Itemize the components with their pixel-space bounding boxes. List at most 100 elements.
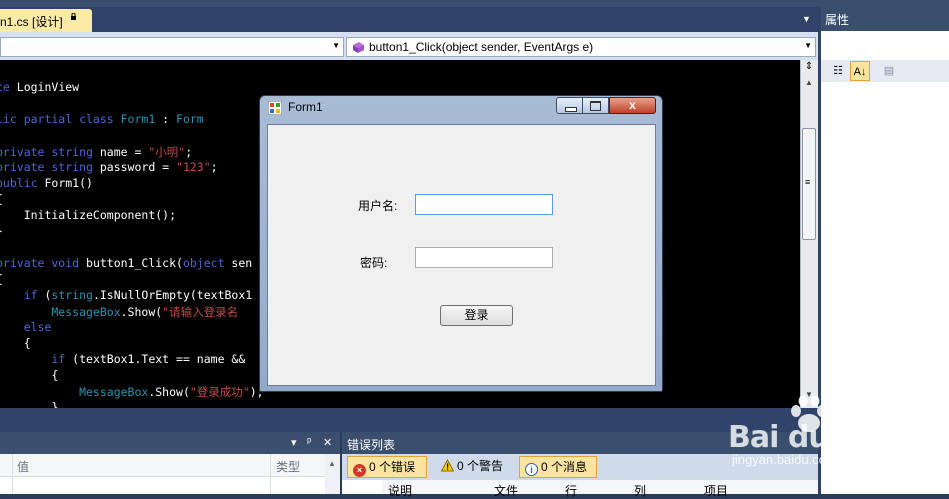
- code-token: }: [0, 224, 3, 238]
- scroll-up-icon[interactable]: ▲: [328, 459, 336, 468]
- code-token: .Show(: [120, 305, 163, 319]
- document-tab[interactable]: n1.cs [设计]: [0, 9, 92, 32]
- bottom-splitter[interactable]: [0, 408, 821, 432]
- code-token: MessageBox: [0, 385, 149, 399]
- code-line[interactable]: {: [0, 336, 31, 350]
- code-line[interactable]: }: [0, 224, 3, 238]
- maximize-icon: [590, 101, 601, 111]
- code-token: ;: [185, 145, 193, 159]
- errors-count: 0 个错误: [369, 460, 416, 474]
- errors-filter-button[interactable]: × 0 个错误: [347, 456, 427, 478]
- code-token: public: [0, 176, 45, 190]
- code-line[interactable]: lic partial class Form1 : Form: [0, 112, 204, 126]
- warnings-filter-button[interactable]: 0 个警告: [436, 456, 514, 478]
- code-line[interactable]: ce LoginView: [0, 80, 79, 94]
- code-line[interactable]: MessageBox.Show("登录成功");: [0, 384, 264, 400]
- code-token: name =: [99, 145, 149, 159]
- column-line[interactable]: 行: [565, 482, 577, 499]
- close-panel-icon[interactable]: ✕: [323, 436, 332, 449]
- code-line[interactable]: if (textBox1.Text == name &&: [0, 352, 252, 366]
- panel-dropdown-icon[interactable]: ▾: [291, 436, 297, 449]
- code-token: MessageBox: [0, 305, 121, 319]
- alphabetical-sort-icon[interactable]: A↓: [850, 61, 870, 81]
- code-line[interactable]: {: [0, 192, 3, 206]
- grip-icon: ≡: [805, 177, 811, 187]
- code-line[interactable]: MessageBox.Show("请输入登录名: [0, 304, 238, 320]
- column-divider: [12, 454, 13, 494]
- code-token: .IsNullOrEmpty(textBox1: [92, 288, 253, 302]
- locals-scrollbar[interactable]: ▲: [325, 454, 340, 494]
- code-token: if: [0, 288, 45, 302]
- messages-filter-button[interactable]: i0 个消息: [519, 456, 597, 478]
- minimize-button[interactable]: [556, 97, 583, 114]
- code-token: {: [23, 336, 31, 350]
- column-project[interactable]: 项目: [704, 482, 728, 499]
- code-token: Form1(): [44, 176, 93, 190]
- properties-title: 属性: [825, 13, 850, 27]
- code-token: private string: [0, 160, 100, 174]
- tab-list-dropdown-icon[interactable]: ▼: [802, 14, 811, 24]
- code-token: "登录成功": [189, 385, 250, 399]
- code-token: private string: [0, 145, 100, 159]
- code-token: string: [51, 288, 93, 302]
- code-token: object: [182, 256, 232, 270]
- method-selector-text: button1_Click(object sender, EventArgs e…: [369, 40, 594, 54]
- code-token: private void: [0, 256, 87, 270]
- code-token: ;: [210, 160, 218, 174]
- chevron-down-icon: ▼: [332, 41, 340, 50]
- scroll-up-icon[interactable]: ▲: [801, 78, 817, 90]
- column-file[interactable]: 文件: [494, 482, 518, 499]
- password-input[interactable]: [415, 247, 553, 268]
- pin-icon[interactable]: ᵖ: [307, 436, 311, 448]
- watermark-url: jingyan.baidu.com: [732, 452, 837, 467]
- code-token: .Show(: [148, 385, 190, 399]
- warning-icon: [440, 458, 455, 472]
- code-token: LoginView: [9, 80, 80, 94]
- code-line[interactable]: private string password = "123";: [0, 160, 218, 174]
- error-list-column-header: [382, 480, 821, 494]
- column-description[interactable]: 说明: [388, 482, 412, 499]
- code-token: Form1: [120, 112, 156, 126]
- column-type[interactable]: 类型: [276, 458, 300, 475]
- split-handle-icon[interactable]: ⇕: [801, 61, 817, 75]
- maximize-button[interactable]: [583, 97, 609, 114]
- categorized-icon[interactable]: ☷: [828, 61, 848, 81]
- properties-panel-header: 属性: [821, 7, 949, 31]
- baidu-jingyan-watermark: Bai du 经验: [728, 420, 897, 455]
- locals-panel-header: ▾ ᵖ ✕: [0, 432, 340, 454]
- close-button[interactable]: x: [609, 97, 656, 114]
- method-icon: [353, 42, 364, 53]
- column-value[interactable]: 值: [17, 458, 29, 475]
- class-selector[interactable]: ▼: [0, 37, 344, 57]
- code-line[interactable]: InitializeComponent();: [0, 208, 176, 222]
- column-column[interactable]: 列: [634, 482, 646, 499]
- username-input[interactable]: [415, 194, 553, 215]
- ide-title-strip: [0, 0, 949, 7]
- code-line[interactable]: if (string.IsNullOrEmpty(textBox1: [0, 288, 253, 302]
- form1-title: Form1: [288, 100, 323, 114]
- code-token: }: [0, 400, 59, 408]
- password-label: 密码:: [360, 256, 388, 270]
- code-line[interactable]: {: [0, 272, 3, 286]
- error-icon: ×: [353, 464, 366, 477]
- username-label: 用户名:: [358, 199, 398, 213]
- properties-object-selector[interactable]: [821, 31, 949, 61]
- code-line[interactable]: {: [0, 368, 58, 382]
- login-button[interactable]: 登录: [440, 305, 513, 326]
- column-divider: [270, 454, 271, 494]
- lock-icon: [71, 13, 76, 20]
- code-token: {: [0, 272, 3, 286]
- code-line[interactable]: private string name = "小明";: [0, 144, 192, 160]
- code-token: InitializeComponent();: [0, 208, 177, 222]
- scroll-thumb[interactable]: ≡: [802, 128, 816, 240]
- property-pages-icon[interactable]: ▤: [879, 61, 899, 81]
- code-token: password =: [99, 160, 177, 174]
- code-line[interactable]: else: [0, 320, 52, 334]
- code-line[interactable]: private void button1_Click(object sen: [0, 256, 252, 270]
- code-token: sen: [231, 256, 253, 270]
- code-line[interactable]: }: [0, 400, 58, 408]
- code-token: else: [0, 320, 52, 334]
- code-token: {: [0, 368, 59, 382]
- document-tab-title: n1.cs [设计]: [0, 15, 63, 29]
- code-line[interactable]: public Form1(): [0, 176, 93, 190]
